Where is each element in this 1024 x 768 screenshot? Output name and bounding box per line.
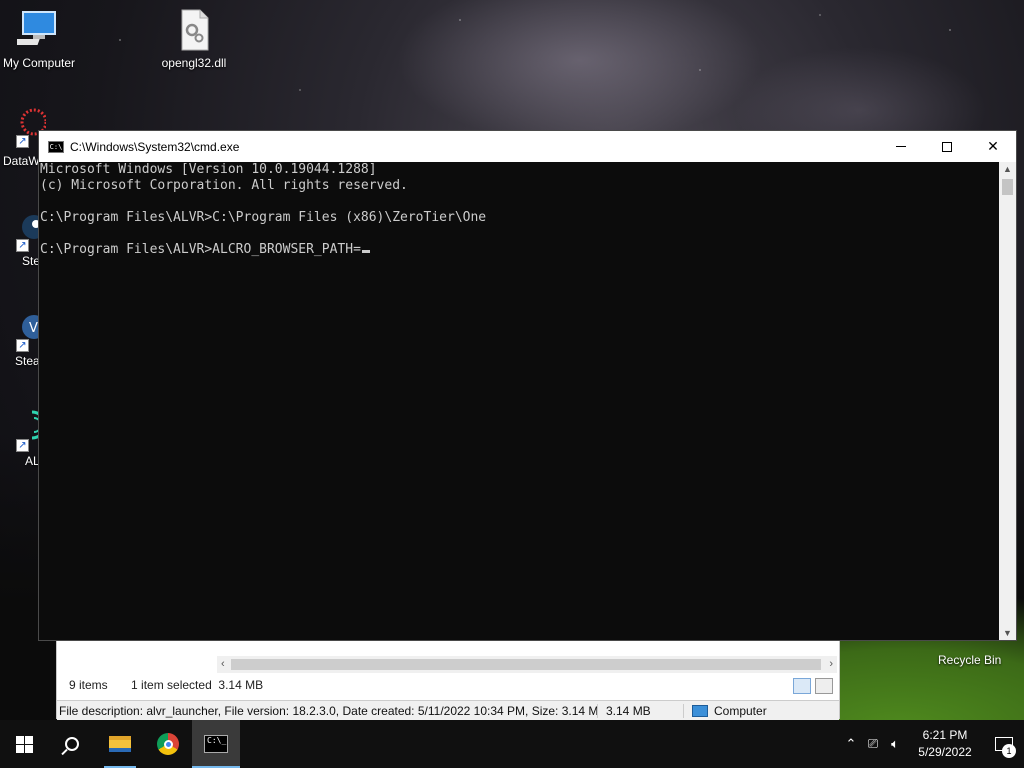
cmd-icon: C:\_: [204, 735, 228, 753]
start-button[interactable]: [0, 720, 48, 768]
volume-icon[interactable]: 🔈︎: [884, 736, 906, 752]
item-count: 9 items: [69, 678, 108, 692]
explorer-details-bar: File description: alvr_launcher, File ve…: [57, 700, 839, 720]
view-buttons: [793, 678, 833, 694]
desktop-icon-label: Stea: [15, 354, 40, 368]
computer-icon: [692, 704, 708, 717]
search-icon: [65, 737, 79, 751]
desktop-icon-label: opengl32.dll: [161, 56, 227, 70]
search-button[interactable]: [48, 720, 96, 768]
cmd-window[interactable]: C:\ C:\Windows\System32\cmd.exe ✕ Micros…: [38, 130, 1017, 641]
taskbar-chrome[interactable]: [144, 720, 192, 768]
large-icons-view-icon[interactable]: [815, 678, 833, 694]
scrollbar-thumb[interactable]: [231, 659, 821, 670]
text-cursor: [361, 250, 370, 253]
scroll-right-icon[interactable]: ›: [829, 656, 833, 673]
clock[interactable]: 6:21 PM 5/29/2022: [906, 727, 984, 761]
computer-icon: [13, 8, 61, 52]
file-explorer-window[interactable]: ‹ › 9 items 1 item selected 3.14 MB File…: [56, 637, 840, 720]
console-line: C:\Program Files\ALVR>ALCRO_BROWSER_PATH…: [40, 242, 361, 257]
dll-file-icon: [172, 8, 216, 52]
scrollbar-thumb[interactable]: [1002, 179, 1013, 195]
details-view-icon[interactable]: [793, 678, 811, 694]
svg-text:V: V: [29, 321, 38, 336]
taskbar-cmd[interactable]: C:\_: [192, 720, 240, 768]
console-line: Microsoft Windows [Version 10.0.19044.12…: [40, 162, 377, 177]
desktop-icon-label: My Computer: [2, 56, 76, 70]
file-description: File description: alvr_launcher, File ve…: [59, 703, 597, 718]
scroll-left-icon[interactable]: ‹: [221, 656, 225, 673]
network-icon[interactable]: ⎚: [862, 736, 884, 752]
vertical-scrollbar[interactable]: ▲ ▼: [999, 162, 1016, 640]
desktop-icon-opengl32-dll[interactable]: opengl32.dll: [149, 8, 239, 70]
desktop-icon-label: DataW: [3, 154, 40, 168]
shortcut-arrow-icon: ↗: [16, 239, 29, 252]
folder-icon: [109, 736, 131, 752]
horizontal-scrollbar[interactable]: ‹ ›: [217, 656, 837, 673]
file-size: 3.14 MB: [597, 703, 683, 718]
system-tray: ⌃ ⎚ 🔈︎ 6:21 PM 5/29/2022 1: [840, 720, 1024, 768]
console-prompt-line: C:\Program Files\ALVR>ALCRO_BROWSER_PATH…: [40, 242, 999, 258]
selection-info: 1 item selected 3.14 MB: [131, 678, 264, 692]
shortcut-arrow-icon: ↗: [16, 439, 29, 452]
minimize-icon: [896, 146, 906, 147]
console-output[interactable]: Microsoft Windows [Version 10.0.19044.12…: [39, 162, 999, 640]
taskbar: C:\_ ⌃ ⎚ 🔈︎ 6:21 PM 5/29/2022 1: [0, 720, 1024, 768]
explorer-status-bar: 9 items 1 item selected 3.14 MB: [69, 678, 283, 692]
minimize-button[interactable]: [878, 131, 924, 162]
action-center-button[interactable]: 1: [984, 720, 1024, 768]
console-line: C:\Program Files\ALVR>C:\Program Files (…: [40, 210, 487, 225]
window-title: C:\Windows\System32\cmd.exe: [70, 139, 240, 154]
taskbar-file-explorer[interactable]: [96, 720, 144, 768]
clock-date: 5/29/2022: [918, 745, 972, 759]
shortcut-arrow-icon: ↗: [16, 135, 29, 148]
cmd-app-icon: C:\: [48, 140, 64, 153]
chevron-up-icon[interactable]: ⌃: [840, 736, 862, 752]
notification-count: 1: [1002, 744, 1016, 758]
desktop-icon-my-computer[interactable]: My Computer: [0, 8, 84, 70]
clock-time: 6:21 PM: [922, 728, 968, 742]
console-line: (c) Microsoft Corporation. All rights re…: [40, 178, 408, 193]
recycle-bin-label[interactable]: Recycle Bin: [938, 653, 1001, 667]
chrome-icon: [157, 733, 179, 755]
windows-logo-icon: [15, 735, 33, 753]
shortcut-arrow-icon: ↗: [16, 339, 29, 352]
location: Computer: [683, 703, 767, 718]
scroll-up-icon[interactable]: ▲: [999, 164, 1016, 174]
close-icon: ✕: [987, 138, 999, 154]
maximize-icon: [942, 141, 952, 152]
cmd-title-bar[interactable]: C:\ C:\Windows\System32\cmd.exe ✕: [39, 131, 1016, 162]
maximize-button[interactable]: [924, 131, 970, 162]
location-label: Computer: [714, 703, 767, 718]
scroll-down-icon[interactable]: ▼: [999, 628, 1016, 638]
close-button[interactable]: ✕: [970, 131, 1016, 162]
